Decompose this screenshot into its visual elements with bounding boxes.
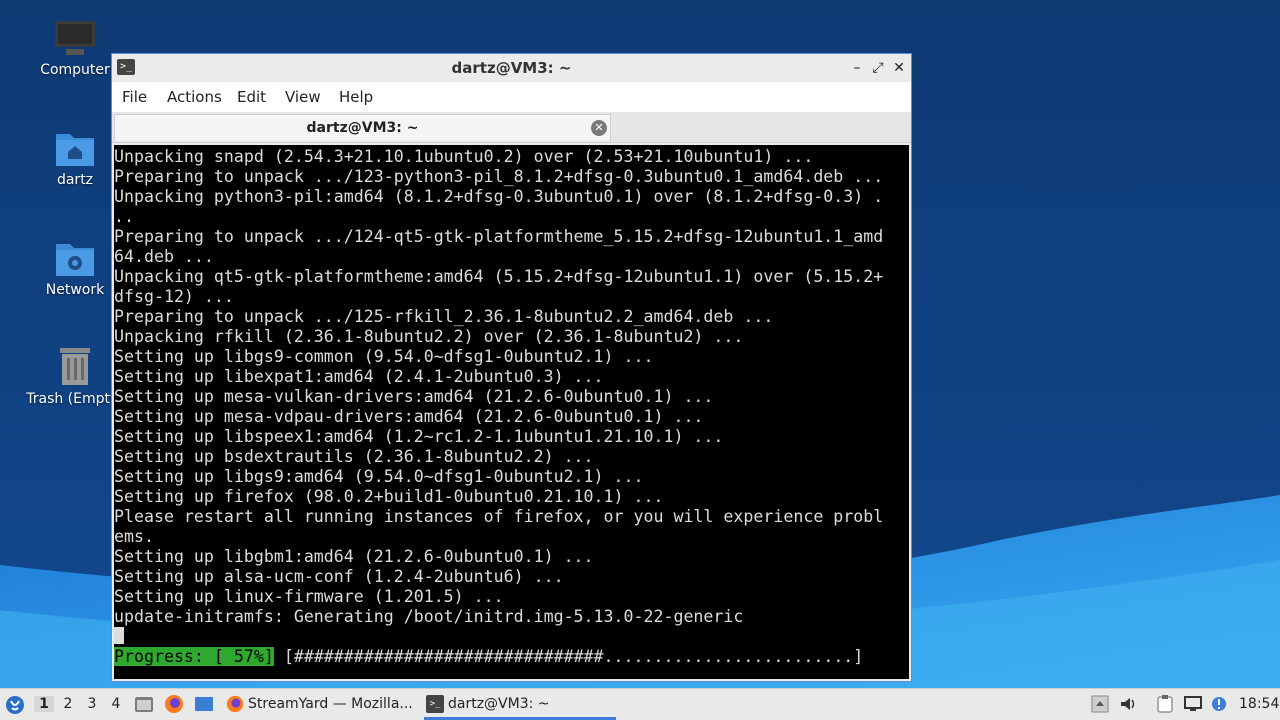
trash-icon (54, 345, 96, 387)
terminal-line: ems. (114, 527, 154, 546)
terminal-line: Unpacking rfkill (2.36.1-8ubuntu2.2) ove… (114, 327, 744, 346)
desktop-icon-trash[interactable]: Trash (Empty) (25, 345, 125, 407)
computer-icon (54, 20, 96, 58)
firefox-icon[interactable] (164, 694, 184, 714)
desktop-icon-network[interactable]: Network (25, 238, 125, 298)
menu-file[interactable]: File (122, 88, 147, 106)
desktop-icon-computer[interactable]: Computer (25, 20, 125, 78)
workspace-3[interactable]: 3 (82, 696, 102, 712)
terminal-line: Setting up libgs9-common (9.54.0~dfsg1-0… (114, 347, 654, 366)
workspace-1[interactable]: 1 (34, 696, 54, 712)
clipboard-icon[interactable] (1156, 695, 1174, 713)
terminal-line: update-initramfs: Generating /boot/initr… (114, 607, 744, 626)
file-manager-icon[interactable] (134, 695, 154, 713)
maximize-button[interactable]: ⤢ (868, 58, 888, 78)
close-button[interactable]: ✕ (889, 58, 909, 78)
terminal-task-icon: >_ (426, 695, 444, 713)
workspace-2[interactable]: 2 (58, 696, 78, 712)
menu-view[interactable]: View (285, 88, 321, 106)
terminal-line: Setting up alsa-ucm-conf (1.2.4-2ubuntu6… (114, 567, 564, 586)
terminal-cursor (114, 627, 124, 644)
progress-bar-text: [###############################........… (273, 647, 864, 666)
home-folder-icon (54, 128, 96, 168)
tray-up-arrow-icon[interactable] (1091, 695, 1109, 713)
menu-edit[interactable]: Edit (237, 88, 266, 106)
terminal-line: Setting up bsdextrautils (2.36.1-8ubuntu… (114, 447, 594, 466)
taskbar: 1 2 3 4 StreamYard — Mozilla... >_ dartz… (0, 688, 1280, 720)
task-terminal[interactable]: >_ dartz@VM3: ~ (424, 689, 616, 720)
desktop-icon-label: Computer (40, 62, 110, 78)
terminal-line: Please restart all running instances of … (114, 507, 884, 526)
desktop-icon-label: Network (45, 282, 105, 298)
desktop-icon-home[interactable]: dartz (25, 128, 125, 188)
terminal-line: Unpacking python3-pil:amd64 (8.1.2+dfsg-… (114, 187, 884, 206)
task-firefox[interactable]: StreamYard — Mozilla... (224, 689, 414, 720)
tab-close-icon[interactable]: ✕ (591, 120, 607, 136)
start-menu-icon[interactable] (5, 695, 25, 715)
menu-help[interactable]: Help (339, 88, 373, 106)
terminal-line: Setting up mesa-vdpau-drivers:amd64 (21.… (114, 407, 704, 426)
terminal-line: Setting up mesa-vulkan-drivers:amd64 (21… (114, 387, 714, 406)
tab-label: dartz@VM3: ~ (306, 120, 419, 136)
tab-bar: dartz@VM3: ~ ✕ (112, 112, 911, 143)
terminal-output[interactable]: Unpacking snapd (2.54.3+21.10.1ubuntu0.2… (114, 145, 909, 679)
terminal-line: Unpacking snapd (2.54.3+21.10.1ubuntu0.2… (114, 147, 814, 166)
firefox-task-icon (226, 695, 244, 713)
desktop-icon-label: dartz (56, 172, 94, 188)
network-folder-icon (54, 238, 96, 278)
desktop-icon-label: Trash (Empty) (26, 391, 124, 407)
workspace-4[interactable]: 4 (106, 696, 126, 712)
terminal-line: Setting up libgs9:amd64 (9.54.0~dfsg1-0u… (114, 467, 644, 486)
terminal-line: .. (114, 207, 134, 226)
menu-actions[interactable]: Actions (167, 88, 222, 106)
terminal-line: Setting up linux-firmware (1.201.5) ... (114, 587, 504, 606)
terminal-line: Setting up libexpat1:amd64 (2.4.1-2ubunt… (114, 367, 604, 386)
show-desktop-icon[interactable] (194, 695, 214, 713)
terminal-lines: Unpacking snapd (2.54.3+21.10.1ubuntu0.2… (114, 147, 883, 627)
apt-progress-line: Progress: [ 57%] [######################… (114, 647, 863, 667)
terminal-window: >_ dartz@VM3: ~ – ⤢ ✕ File Actions Edit … (111, 53, 912, 682)
terminal-line: Preparing to unpack .../124-qt5-gtk-plat… (114, 227, 884, 246)
terminal-line: Unpacking qt5-gtk-platformtheme:amd64 (5… (114, 267, 884, 286)
window-title: dartz@VM3: ~ (451, 59, 572, 77)
progress-label: Progress: [ 57%] (114, 647, 274, 666)
tab-terminal[interactable]: dartz@VM3: ~ ✕ (114, 114, 611, 141)
volume-icon[interactable] (1119, 695, 1137, 713)
terminal-line: dfsg-12) ... (114, 287, 234, 306)
menu-bar: File Actions Edit View Help (112, 82, 911, 112)
display-icon[interactable] (1184, 695, 1202, 713)
terminal-line: Setting up libspeex1:amd64 (1.2~rc1.2-1.… (114, 427, 724, 446)
terminal-line: Preparing to unpack .../123-python3-pil_… (114, 167, 884, 186)
minimize-button[interactable]: – (847, 58, 867, 78)
task-label: StreamYard — Mozilla... (248, 696, 413, 712)
terminal-line: Setting up libgbm1:amd64 (21.2.6-0ubuntu… (114, 547, 594, 566)
terminal-line: 64.deb ... (114, 247, 214, 266)
terminal-line: Preparing to unpack .../125-rfkill_2.36.… (114, 307, 774, 326)
notification-icon[interactable] (1210, 695, 1228, 713)
task-label: dartz@VM3: ~ (448, 696, 550, 712)
clock: 18:54 (1239, 696, 1280, 712)
window-titlebar[interactable]: >_ dartz@VM3: ~ – ⤢ ✕ (112, 54, 911, 82)
terminal-line: Setting up firefox (98.0.2+build1-0ubunt… (114, 487, 664, 506)
